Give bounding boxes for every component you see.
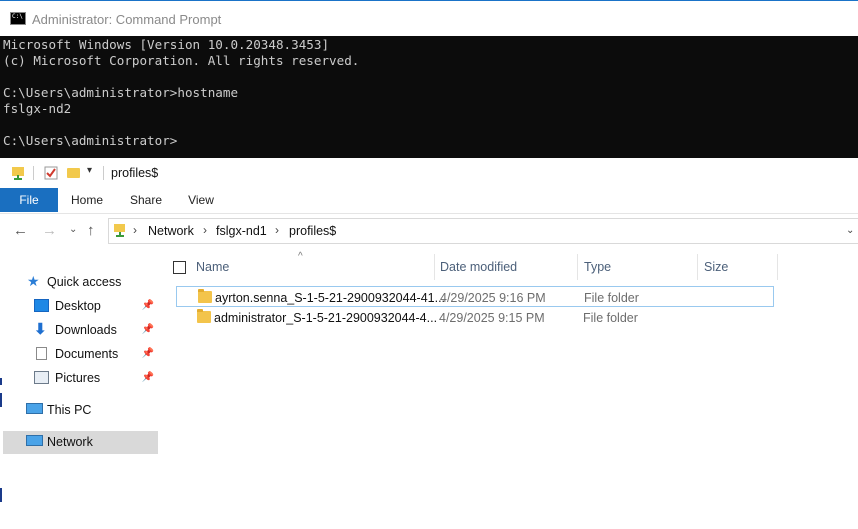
- sidebar-item-desktop[interactable]: Desktop 📌: [3, 295, 158, 318]
- column-header-date-modified[interactable]: Date modified: [440, 260, 517, 274]
- back-arrow-icon[interactable]: ←: [13, 222, 28, 239]
- sidebar-item-this-pc[interactable]: This PC: [3, 399, 158, 422]
- up-arrow-icon[interactable]: ↑: [87, 222, 95, 239]
- background-window-edge: [0, 488, 2, 502]
- pin-icon[interactable]: 📌: [142, 300, 154, 311]
- folder-pin-icon[interactable]: [10, 165, 26, 181]
- document-icon: [36, 347, 47, 360]
- pin-icon[interactable]: 📌: [142, 348, 154, 359]
- quick-access-toolbar: ▾ profiles$: [0, 158, 858, 188]
- breadcrumb-separator-icon[interactable]: ›: [275, 223, 279, 237]
- pin-icon[interactable]: 📌: [142, 324, 154, 335]
- console-line: C:\Users\administrator>hostname: [3, 85, 239, 100]
- explorer-window-title: profiles$: [111, 166, 159, 180]
- navigation-bar: ← → ⌄ ↑ › Network › fslgx-nd1 › profiles…: [0, 214, 858, 248]
- tab-view[interactable]: View: [182, 188, 220, 212]
- sidebar-item-downloads[interactable]: ⬇ Downloads 📌: [3, 319, 158, 342]
- sidebar-item-label: This PC: [47, 403, 92, 417]
- pin-icon[interactable]: 📌: [142, 372, 154, 383]
- row-name: administrator_S-1-5-21-2900932044-4...: [214, 311, 438, 325]
- navigation-pane: ★ Quick access Desktop 📌 ⬇ Downloads 📌 D…: [0, 248, 160, 529]
- ribbon-tabs: File Home Share View: [0, 188, 858, 214]
- qat-customize-icon[interactable]: ▾: [87, 165, 92, 176]
- star-icon: ★: [27, 273, 40, 289]
- file-list: ^ Name Date modified Type Size ayrton.se…: [160, 248, 858, 529]
- sidebar-item-label: Desktop: [55, 299, 101, 313]
- sidebar-item-label: Documents: [55, 347, 119, 361]
- column-header-size[interactable]: Size: [704, 260, 728, 274]
- sidebar-item-label: Pictures: [55, 371, 101, 385]
- properties-check-icon[interactable]: [43, 165, 59, 181]
- breadcrumb-network[interactable]: Network: [148, 224, 194, 238]
- sidebar-item-label: Network: [47, 435, 93, 449]
- folder-icon: [198, 289, 212, 303]
- background-window-edge: [0, 393, 2, 407]
- forward-arrow-icon[interactable]: →: [42, 222, 57, 239]
- breadcrumb-share[interactable]: profiles$: [289, 224, 336, 238]
- tab-share[interactable]: Share: [124, 188, 168, 212]
- folder-icon: [197, 309, 211, 323]
- pictures-icon: [34, 371, 49, 384]
- background-window-edge: [0, 378, 2, 385]
- sidebar-item-label: Quick access: [47, 275, 122, 289]
- table-row[interactable]: administrator_S-1-5-21-2900932044-4... 4…: [176, 307, 774, 328]
- row-name: ayrton.senna_S-1-5-21-2900932044-41...: [215, 291, 446, 305]
- column-divider[interactable]: [777, 254, 778, 280]
- row-date-modified: 4/29/2025 9:16 PM: [440, 291, 546, 305]
- console-prompt-line: C:\Users\administrator>: [3, 133, 178, 148]
- breadcrumb-separator-icon[interactable]: ›: [133, 223, 137, 237]
- column-divider[interactable]: [697, 254, 698, 280]
- address-dropdown-chevron-icon[interactable]: ⌄: [846, 225, 854, 236]
- network-folder-icon: [114, 224, 125, 237]
- sidebar-item-label: Downloads: [55, 323, 117, 337]
- console-line: fslgx-nd2: [3, 101, 72, 116]
- address-bar[interactable]: › Network › fslgx-nd1 › profiles$ ⌄: [108, 218, 858, 244]
- tab-home[interactable]: Home: [66, 188, 108, 212]
- sidebar-item-quick-access[interactable]: ★ Quick access: [3, 271, 158, 294]
- cmd-title-bar[interactable]: C:\ Administrator: Command Prompt: [0, 0, 858, 36]
- console-line: Microsoft Windows [Version 10.0.20348.34…: [3, 37, 330, 52]
- sidebar-item-pictures[interactable]: Pictures 📌: [3, 367, 158, 390]
- row-date-modified: 4/29/2025 9:15 PM: [439, 311, 545, 325]
- row-type: File folder: [583, 311, 638, 325]
- sort-ascending-icon: ^: [298, 251, 303, 262]
- tab-file[interactable]: File: [0, 188, 58, 212]
- desktop-icon: [34, 299, 49, 312]
- column-divider[interactable]: [434, 254, 435, 280]
- network-icon: [26, 435, 43, 446]
- recent-locations-chevron-icon[interactable]: ⌄: [69, 224, 77, 235]
- cmd-app-icon: C:\: [10, 12, 26, 25]
- sidebar-item-network[interactable]: Network: [3, 431, 158, 454]
- qat-divider: [33, 166, 34, 180]
- select-all-checkbox[interactable]: [173, 261, 186, 274]
- qat-divider: [103, 166, 104, 180]
- computer-icon: [26, 403, 43, 414]
- download-arrow-icon: ⬇: [34, 321, 47, 338]
- breadcrumb-separator-icon[interactable]: ›: [203, 223, 207, 237]
- console-line: (c) Microsoft Corporation. All rights re…: [3, 53, 360, 68]
- new-folder-icon[interactable]: [67, 168, 80, 178]
- cmd-console[interactable]: Microsoft Windows [Version 10.0.20348.34…: [0, 36, 858, 158]
- column-header-type[interactable]: Type: [584, 260, 611, 274]
- column-header-name[interactable]: Name: [196, 260, 229, 274]
- row-type: File folder: [584, 291, 639, 305]
- cmd-window-title: Administrator: Command Prompt: [32, 12, 222, 27]
- sidebar-item-documents[interactable]: Documents 📌: [3, 343, 158, 366]
- breadcrumb-server[interactable]: fslgx-nd1: [216, 224, 267, 238]
- column-divider[interactable]: [577, 254, 578, 280]
- table-row[interactable]: ayrton.senna_S-1-5-21-2900932044-41... 4…: [176, 286, 774, 307]
